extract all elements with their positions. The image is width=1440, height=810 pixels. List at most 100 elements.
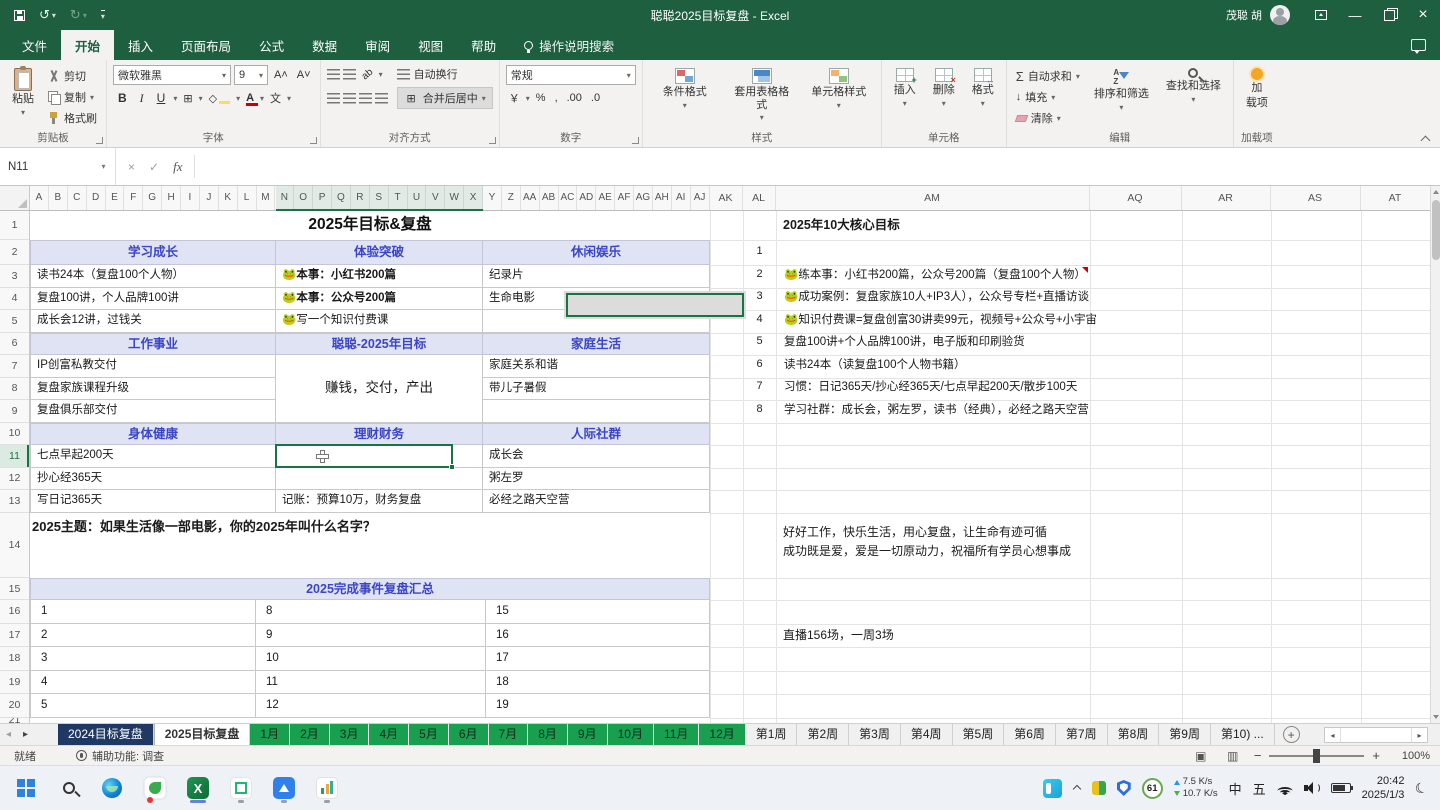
format-painter-button[interactable]: 格式刷: [45, 109, 100, 127]
taskbar-chart-app[interactable]: [315, 774, 339, 802]
wifi-icon[interactable]: [1277, 782, 1293, 795]
autosum-button[interactable]: Σ自动求和▾: [1013, 67, 1083, 85]
borders-button[interactable]: ⊞: [180, 91, 195, 106]
row-header[interactable]: 2: [0, 240, 29, 265]
row-header[interactable]: 20: [0, 694, 29, 718]
sheet-tab[interactable]: 2024目标复盘: [58, 724, 154, 745]
menu-tab[interactable]: 审阅: [351, 30, 404, 60]
sheet-tab[interactable]: 2025目标复盘: [154, 724, 251, 745]
fill-button[interactable]: ↓填充▾: [1013, 88, 1083, 106]
selection-box[interactable]: [275, 444, 453, 468]
cell[interactable]: 18: [486, 671, 710, 695]
align-right-icon[interactable]: [343, 93, 356, 104]
cell[interactable]: 家庭生活: [483, 333, 710, 356]
column-header[interactable]: H: [162, 186, 181, 210]
italic-button[interactable]: I: [135, 90, 149, 107]
menu-tab[interactable]: 文件: [8, 30, 61, 60]
copy-button[interactable]: 复制▾: [45, 88, 100, 106]
menu-tab[interactable]: 插入: [114, 30, 167, 60]
insert-function-icon[interactable]: fx: [173, 159, 182, 175]
column-header[interactable]: G: [143, 186, 162, 210]
cell[interactable]: 8: [256, 600, 486, 624]
zoom-slider[interactable]: [1269, 755, 1364, 757]
bold-button[interactable]: B: [113, 90, 132, 106]
sheet-tab[interactable]: 1月: [250, 724, 290, 745]
row-header[interactable]: 12: [0, 468, 29, 491]
column-header[interactable]: K: [219, 186, 238, 210]
cell[interactable]: 复盘家族课程升级: [30, 378, 276, 401]
sheet-tab[interactable]: 10月: [608, 724, 654, 745]
zoom-out-button[interactable]: −: [1254, 748, 1262, 763]
cell[interactable]: 11: [256, 671, 486, 695]
save-icon[interactable]: [14, 10, 25, 21]
align-center-icon[interactable]: [566, 293, 744, 317]
cell[interactable]: 7: [743, 380, 776, 392]
cell[interactable]: 🐸练本事：小红书200篇，公众号200篇（复盘100个人物）: [776, 266, 1416, 282]
cell[interactable]: 成长会: [483, 445, 710, 468]
undo-icon[interactable]: ↺▾: [39, 7, 56, 23]
page-break-view-button[interactable]: ▥: [1222, 748, 1244, 764]
column-header[interactable]: AR: [1182, 186, 1271, 210]
row-header[interactable]: 5: [0, 310, 29, 333]
customize-qat-icon[interactable]: ▾: [101, 10, 105, 21]
dialog-launcher-icon[interactable]: [96, 137, 103, 144]
column-header[interactable]: AJ: [691, 186, 710, 210]
horizontal-scrollbar[interactable]: ◂ ▸: [1324, 727, 1428, 743]
cell[interactable]: 复盘100讲+个人品牌100讲，电子版和印刷验货: [776, 333, 1416, 349]
row-header[interactable]: 13: [0, 490, 29, 513]
core-goals-title[interactable]: 2025年10大核心目标: [776, 211, 900, 239]
close-button[interactable]: ×: [1406, 0, 1440, 30]
percent-button[interactable]: %: [533, 91, 549, 105]
minimize-button[interactable]: —: [1338, 0, 1372, 30]
cell[interactable]: 1: [30, 600, 256, 624]
menu-tab[interactable]: 公式: [245, 30, 298, 60]
taskbar-excel[interactable]: X: [186, 774, 210, 802]
security-score-badge[interactable]: 61: [1142, 778, 1163, 799]
cell[interactable]: 4: [743, 313, 776, 325]
cell[interactable]: 17: [486, 647, 710, 671]
column-header[interactable]: AH: [653, 186, 672, 210]
increase-decimal-button[interactable]: .00: [564, 91, 585, 105]
cell[interactable]: 6: [743, 358, 776, 370]
row-header[interactable]: 8: [0, 378, 29, 401]
column-header[interactable]: AG: [634, 186, 653, 210]
sheet-tab[interactable]: 5月: [409, 724, 449, 745]
cell[interactable]: 1: [743, 245, 776, 257]
sheet-tab[interactable]: 11月: [654, 724, 699, 745]
sheet-tab[interactable]: 第8周: [1108, 724, 1160, 745]
column-header[interactable]: AA: [521, 186, 540, 210]
increase-indent-icon[interactable]: [375, 93, 388, 104]
formula-input[interactable]: [195, 148, 1440, 185]
column-header[interactable]: AD: [577, 186, 596, 210]
cell[interactable]: 身体健康: [30, 423, 276, 446]
cell[interactable]: IP创富私教交付: [30, 355, 276, 378]
sheet-tab[interactable]: 第9周: [1159, 724, 1211, 745]
column-header[interactable]: AF: [615, 186, 634, 210]
page-layout-view-button[interactable]: ▣: [1190, 748, 1212, 764]
conditional-formatting-button[interactable]: 条件格式▾: [649, 65, 721, 113]
font-name-select[interactable]: 微软雅黑▾: [113, 65, 231, 85]
row-header[interactable]: 18: [0, 647, 29, 671]
row-header[interactable]: 9: [0, 400, 29, 423]
column-header[interactable]: E: [106, 186, 125, 210]
column-header[interactable]: AQ: [1090, 186, 1182, 210]
column-header[interactable]: C: [68, 186, 87, 210]
comma-button[interactable]: ,: [552, 91, 561, 105]
cell[interactable]: 成长会12讲，过钱关: [30, 310, 276, 333]
sheet-tab[interactable]: 7月: [489, 724, 529, 745]
cell[interactable]: 3: [30, 647, 256, 671]
cell[interactable]: 5: [30, 694, 256, 718]
phonetic-button[interactable]: 文: [267, 89, 284, 107]
start-button[interactable]: [14, 774, 38, 802]
scrollbar-thumb[interactable]: [1432, 200, 1440, 260]
align-bottom-icon[interactable]: [343, 69, 356, 80]
row-header[interactable]: 16: [0, 600, 29, 624]
grow-font-button[interactable]: A˄: [271, 68, 291, 82]
comment-icon[interactable]: [1411, 39, 1426, 51]
taskbar-edge[interactable]: [100, 774, 124, 802]
row-header[interactable]: 6: [0, 333, 29, 356]
decrease-decimal-button[interactable]: .0: [588, 91, 603, 105]
sheet-tab[interactable]: 第6周: [1004, 724, 1056, 745]
select-all-corner[interactable]: [0, 186, 30, 210]
cell[interactable]: 5: [743, 335, 776, 347]
